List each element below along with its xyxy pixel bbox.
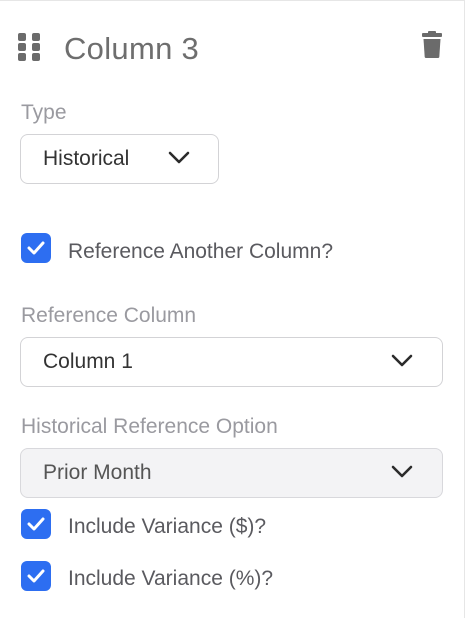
checkmark-icon	[27, 517, 45, 531]
historical-reference-option-select[interactable]: Prior Month	[20, 448, 443, 498]
column-title: Column 3	[64, 31, 200, 66]
chevron-down-icon	[168, 151, 190, 164]
reference-column-select[interactable]: Column 1	[20, 337, 443, 387]
include-variance-dollar-checkbox[interactable]	[21, 509, 51, 539]
include-variance-dollar-label: Include Variance ($)?	[68, 515, 267, 538]
column-config-panel: Column 3 Type Historical Reference Anoth…	[0, 0, 465, 618]
type-label: Type	[21, 101, 67, 124]
historical-reference-option-label: Historical Reference Option	[21, 415, 278, 438]
drag-dot	[32, 33, 40, 41]
drag-handle-icon[interactable]	[18, 33, 42, 61]
type-select-value: Historical	[43, 147, 130, 170]
drag-dot	[32, 43, 40, 51]
drag-dot	[32, 53, 40, 61]
drag-dot	[18, 53, 26, 61]
drag-dot	[18, 43, 26, 51]
trash-icon[interactable]	[419, 31, 445, 59]
historical-reference-option-value: Prior Month	[43, 461, 152, 484]
include-variance-percent-label: Include Variance (%)?	[68, 567, 274, 590]
drag-dot	[18, 33, 26, 41]
reference-column-label: Reference Column	[21, 304, 197, 327]
reference-column-select-value: Column 1	[43, 350, 133, 373]
chevron-down-icon	[391, 465, 413, 478]
checkmark-icon	[27, 569, 45, 583]
reference-another-column-checkbox[interactable]	[21, 233, 51, 263]
reference-another-column-label: Reference Another Column?	[68, 240, 333, 263]
checkmark-icon	[27, 241, 45, 255]
include-variance-percent-checkbox[interactable]	[21, 561, 51, 591]
type-select[interactable]: Historical	[20, 134, 219, 184]
chevron-down-icon	[391, 354, 413, 367]
